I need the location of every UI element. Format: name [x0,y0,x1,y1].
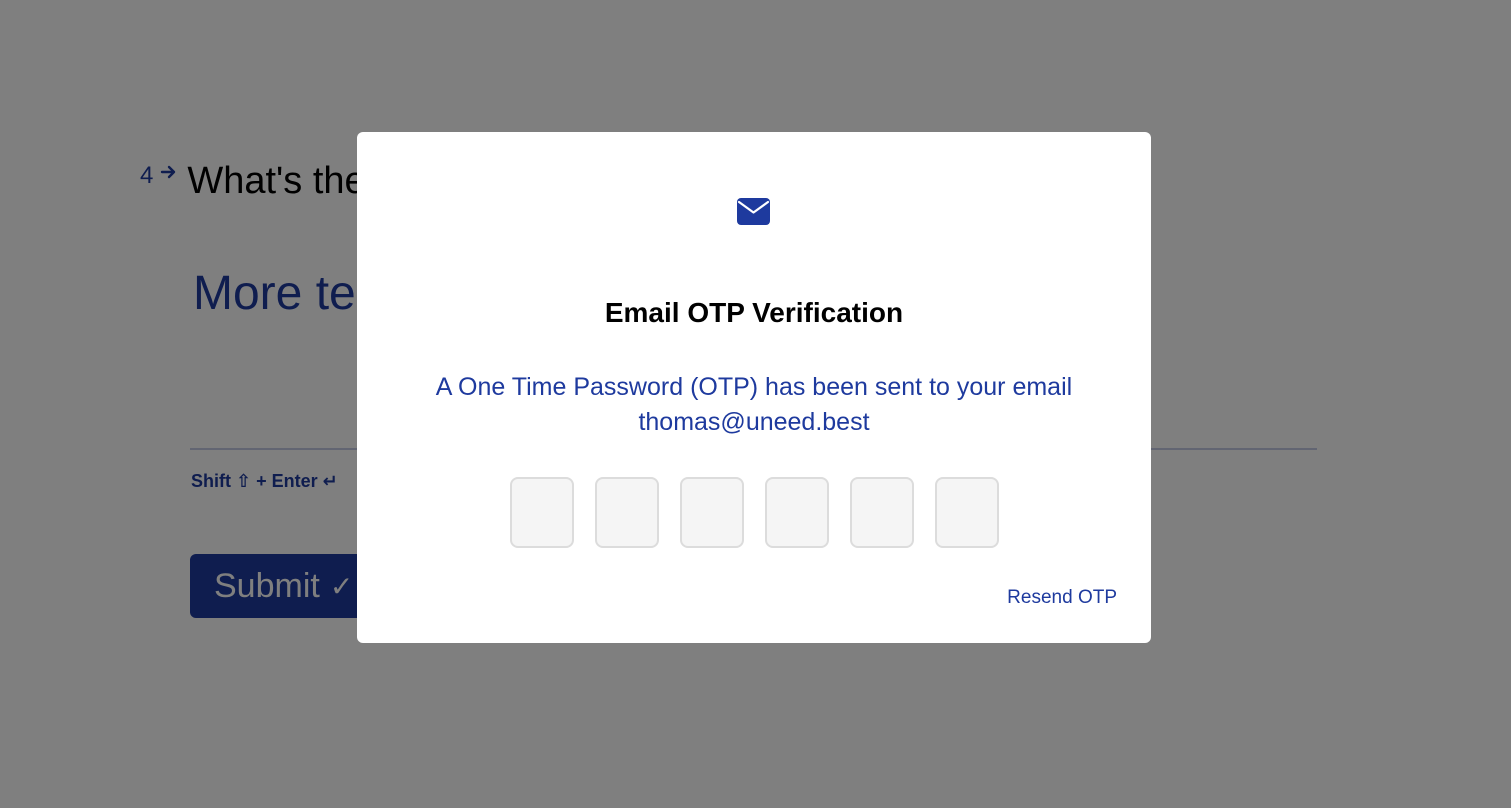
otp-message: A One Time Password (OTP) has been sent … [357,370,1151,440]
otp-digit-1[interactable] [510,477,574,548]
otp-digit-3[interactable] [680,477,744,548]
page: 4 What's the More te Shift ⇧ + Enter ↵ S… [0,0,1511,808]
otp-digit-6[interactable] [935,477,999,548]
otp-digit-4[interactable] [765,477,829,548]
modal-title: Email OTP Verification [604,297,904,328]
otp-modal: Email OTP Verification A One Time Passwo… [357,132,1151,643]
otp-message-text: A One Time Password (OTP) has been sent … [435,373,1073,401]
otp-email: thomas@uneed.best [638,408,870,436]
otp-input-group [510,477,999,548]
resend-otp-link[interactable]: Resend OTP [1007,586,1117,610]
otp-digit-5[interactable] [850,477,914,548]
otp-digit-2[interactable] [595,477,659,548]
envelope-icon [737,198,770,225]
